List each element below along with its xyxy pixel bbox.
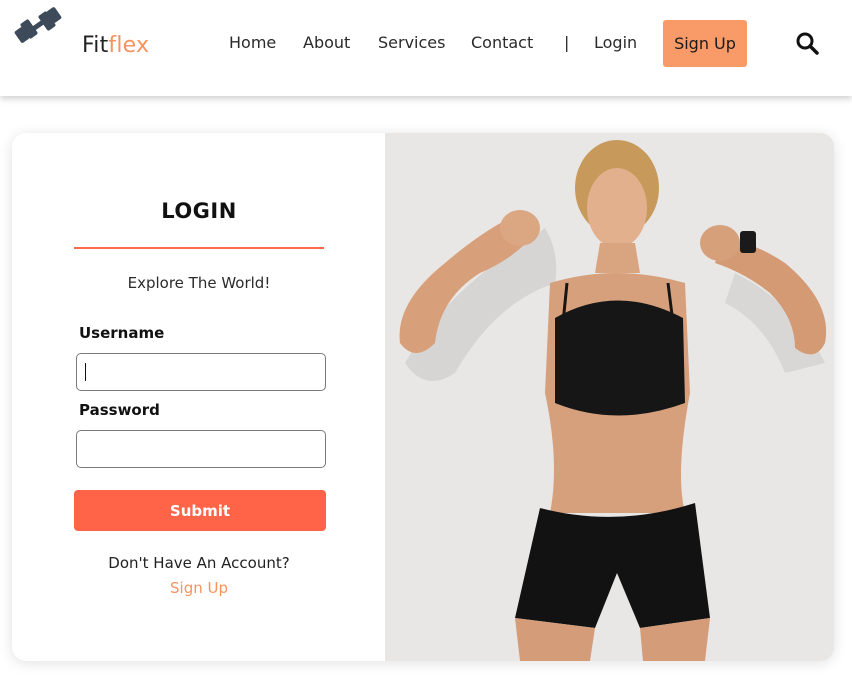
nav-home[interactable]: Home	[229, 33, 276, 52]
fitness-woman-illustration	[385, 133, 834, 661]
brand-flex: flex	[108, 33, 150, 58]
no-account-text: Don't Have An Account?	[108, 554, 290, 572]
nav-separator: |	[564, 33, 570, 52]
password-label: Password	[79, 401, 160, 419]
login-card: LOGIN Explore The World! Username Passwo…	[12, 133, 834, 661]
signup-link[interactable]: Sign Up	[74, 579, 324, 597]
login-title: LOGIN	[161, 199, 237, 223]
brand-name[interactable]: Fitflex	[82, 33, 149, 58]
fitness-photo	[385, 133, 834, 661]
username-input[interactable]	[76, 353, 326, 391]
site-header: Fitflex Home About Services Contact | Lo…	[0, 0, 852, 96]
dumbbell-icon[interactable]	[14, 6, 62, 46]
nav-services[interactable]: Services	[378, 33, 445, 52]
brand-fit: Fit	[82, 33, 109, 58]
submit-button[interactable]: Submit	[74, 490, 326, 531]
nav-about[interactable]: About	[303, 33, 350, 52]
password-input[interactable]	[76, 430, 326, 468]
nav-login[interactable]: Login	[594, 33, 637, 52]
login-form: LOGIN Explore The World! Username Passwo…	[12, 133, 385, 661]
title-divider	[74, 247, 324, 249]
tagline: Explore The World!	[127, 274, 271, 292]
nav-contact[interactable]: Contact	[471, 33, 533, 52]
search-icon[interactable]	[795, 31, 819, 55]
header-signup-button[interactable]: Sign Up	[663, 20, 747, 67]
username-label: Username	[79, 324, 165, 342]
